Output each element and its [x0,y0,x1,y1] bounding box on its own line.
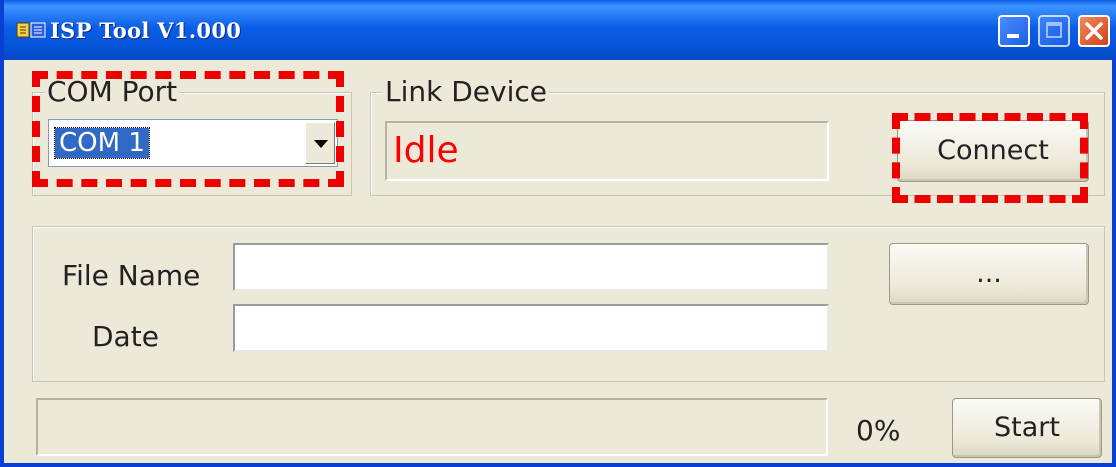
link-status-box: Idle [385,121,829,181]
title-bar[interactable]: ISP Tool V1.000 [4,0,1116,60]
chip-icon [16,22,46,38]
link-status-text: Idle [393,130,459,171]
window-title: ISP Tool V1.000 [50,18,242,43]
close-icon [1085,22,1103,40]
minimize-icon [1007,34,1019,38]
file-name-label: File Name [62,259,201,292]
maximize-icon [1046,22,1062,38]
progress-percent: 0% [856,414,901,447]
progress-bar [36,398,828,456]
maximize-button[interactable] [1038,15,1070,47]
link-device-legend: Link Device [383,75,549,108]
isp-tool-window: ISP Tool V1.000 COM Port COM 1 Link Devi… [0,0,1116,467]
file-name-field[interactable] [233,243,829,291]
browse-button[interactable]: ... [889,243,1089,305]
close-button[interactable] [1078,15,1110,47]
com-port-highlight [32,71,344,187]
date-field[interactable] [233,304,829,352]
minimize-button[interactable] [998,15,1030,47]
date-label: Date [92,320,159,353]
start-button[interactable]: Start [952,398,1102,458]
connect-highlight [892,113,1088,203]
